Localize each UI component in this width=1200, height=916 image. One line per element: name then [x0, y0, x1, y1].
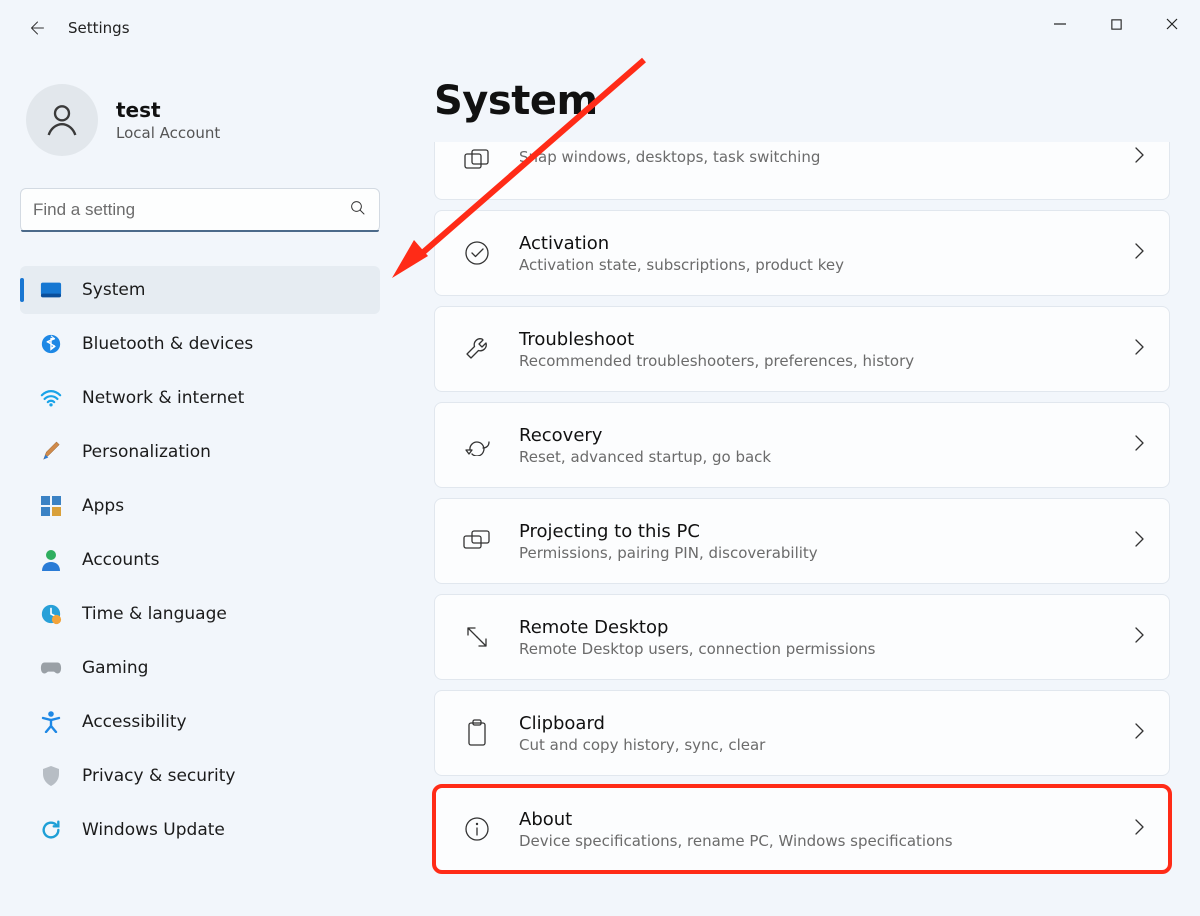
sidebar: test Local Account System Bluetooth & de… [20, 78, 380, 860]
bluetooth-icon [40, 333, 62, 355]
nav-label: Apps [82, 496, 124, 516]
wifi-icon [40, 387, 62, 409]
nav-label: Accessibility [82, 712, 187, 732]
nav-label: Personalization [82, 442, 211, 462]
card-sub: Remote Desktop users, connection permiss… [519, 640, 1133, 658]
nav-label: Accounts [82, 550, 160, 570]
nav-item-apps[interactable]: Apps [20, 482, 380, 530]
nav-label: Time & language [82, 604, 227, 624]
back-button[interactable] [24, 16, 48, 40]
chevron-right-icon [1133, 818, 1145, 840]
nav-item-bluetooth[interactable]: Bluetooth & devices [20, 320, 380, 368]
gamepad-icon [40, 657, 62, 679]
minimize-button[interactable] [1032, 0, 1088, 48]
projecting-icon [463, 527, 491, 555]
chevron-right-icon [1133, 530, 1145, 552]
card-activation[interactable]: Activation Activation state, subscriptio… [434, 210, 1170, 296]
card-multitasking[interactable]: Snap windows, desktops, task switching [434, 142, 1170, 200]
card-sub: Permissions, pairing PIN, discoverabilit… [519, 544, 1133, 562]
remote-desktop-icon [463, 623, 491, 651]
page-title: System [434, 78, 1170, 124]
nav-item-privacy[interactable]: Privacy & security [20, 752, 380, 800]
account-type: Local Account [116, 124, 220, 142]
card-sub: Cut and copy history, sync, clear [519, 736, 1133, 754]
chevron-right-icon [1133, 338, 1145, 360]
account-block[interactable]: test Local Account [20, 78, 380, 182]
nav-list: System Bluetooth & devices Network & int… [20, 266, 380, 854]
nav-item-time-language[interactable]: Time & language [20, 590, 380, 638]
clipboard-icon [463, 719, 491, 747]
card-title: Troubleshoot [519, 329, 1133, 350]
maximize-button[interactable] [1088, 0, 1144, 48]
apps-icon [40, 495, 62, 517]
clock-globe-icon [40, 603, 62, 625]
card-title: Remote Desktop [519, 617, 1133, 638]
search-icon [349, 199, 367, 221]
chevron-right-icon [1133, 146, 1145, 168]
chevron-right-icon [1133, 242, 1145, 264]
nav-label: Privacy & security [82, 766, 236, 786]
search-input[interactable] [33, 200, 335, 220]
card-about[interactable]: About Device specifications, rename PC, … [434, 786, 1170, 872]
card-remote-desktop[interactable]: Remote Desktop Remote Desktop users, con… [434, 594, 1170, 680]
search-underline [21, 230, 379, 232]
chevron-right-icon [1133, 434, 1145, 456]
nav-item-personalization[interactable]: Personalization [20, 428, 380, 476]
check-circle-icon [463, 239, 491, 267]
window-title: Settings [68, 19, 130, 37]
card-title: Clipboard [519, 713, 1133, 734]
window-controls [1032, 0, 1200, 48]
card-sub: Snap windows, desktops, task switching [519, 148, 1133, 166]
shield-icon [40, 765, 62, 787]
chevron-right-icon [1133, 626, 1145, 648]
card-sub: Recommended troubleshooters, preferences… [519, 352, 1133, 370]
info-icon [463, 815, 491, 843]
search-box[interactable] [20, 188, 380, 232]
nav-item-system[interactable]: System [20, 266, 380, 314]
multitasking-icon [463, 146, 491, 174]
close-button[interactable] [1144, 0, 1200, 48]
settings-cards: Snap windows, desktops, task switching A… [434, 142, 1170, 872]
card-title: About [519, 809, 1133, 830]
card-troubleshoot[interactable]: Troubleshoot Recommended troubleshooters… [434, 306, 1170, 392]
card-projecting[interactable]: Projecting to this PC Permissions, pairi… [434, 498, 1170, 584]
user-icon [42, 100, 82, 140]
main-panel: System Snap windows, desktops, task swit… [434, 78, 1170, 872]
titlebar: Settings [0, 0, 1200, 56]
display-icon [40, 279, 62, 301]
nav-item-windows-update[interactable]: Windows Update [20, 806, 380, 854]
nav-label: Windows Update [82, 820, 225, 840]
nav-label: Network & internet [82, 388, 244, 408]
wrench-icon [463, 335, 491, 363]
card-title: Projecting to this PC [519, 521, 1133, 542]
card-clipboard[interactable]: Clipboard Cut and copy history, sync, cl… [434, 690, 1170, 776]
nav-label: System [82, 280, 145, 300]
nav-item-accounts[interactable]: Accounts [20, 536, 380, 584]
recovery-icon [463, 431, 491, 459]
nav-label: Gaming [82, 658, 148, 678]
update-icon [40, 819, 62, 841]
paintbrush-icon [40, 441, 62, 463]
chevron-right-icon [1133, 722, 1145, 744]
nav-item-accessibility[interactable]: Accessibility [20, 698, 380, 746]
account-text: test Local Account [116, 98, 220, 142]
avatar [26, 84, 98, 156]
nav-label: Bluetooth & devices [82, 334, 253, 354]
accessibility-icon [40, 711, 62, 733]
card-title: Recovery [519, 425, 1133, 446]
nav-item-gaming[interactable]: Gaming [20, 644, 380, 692]
account-name: test [116, 98, 220, 122]
card-recovery[interactable]: Recovery Reset, advanced startup, go bac… [434, 402, 1170, 488]
person-icon [40, 549, 62, 571]
card-sub: Device specifications, rename PC, Window… [519, 832, 1133, 850]
nav-item-network[interactable]: Network & internet [20, 374, 380, 422]
card-title: Activation [519, 233, 1133, 254]
card-sub: Activation state, subscriptions, product… [519, 256, 1133, 274]
card-sub: Reset, advanced startup, go back [519, 448, 1133, 466]
